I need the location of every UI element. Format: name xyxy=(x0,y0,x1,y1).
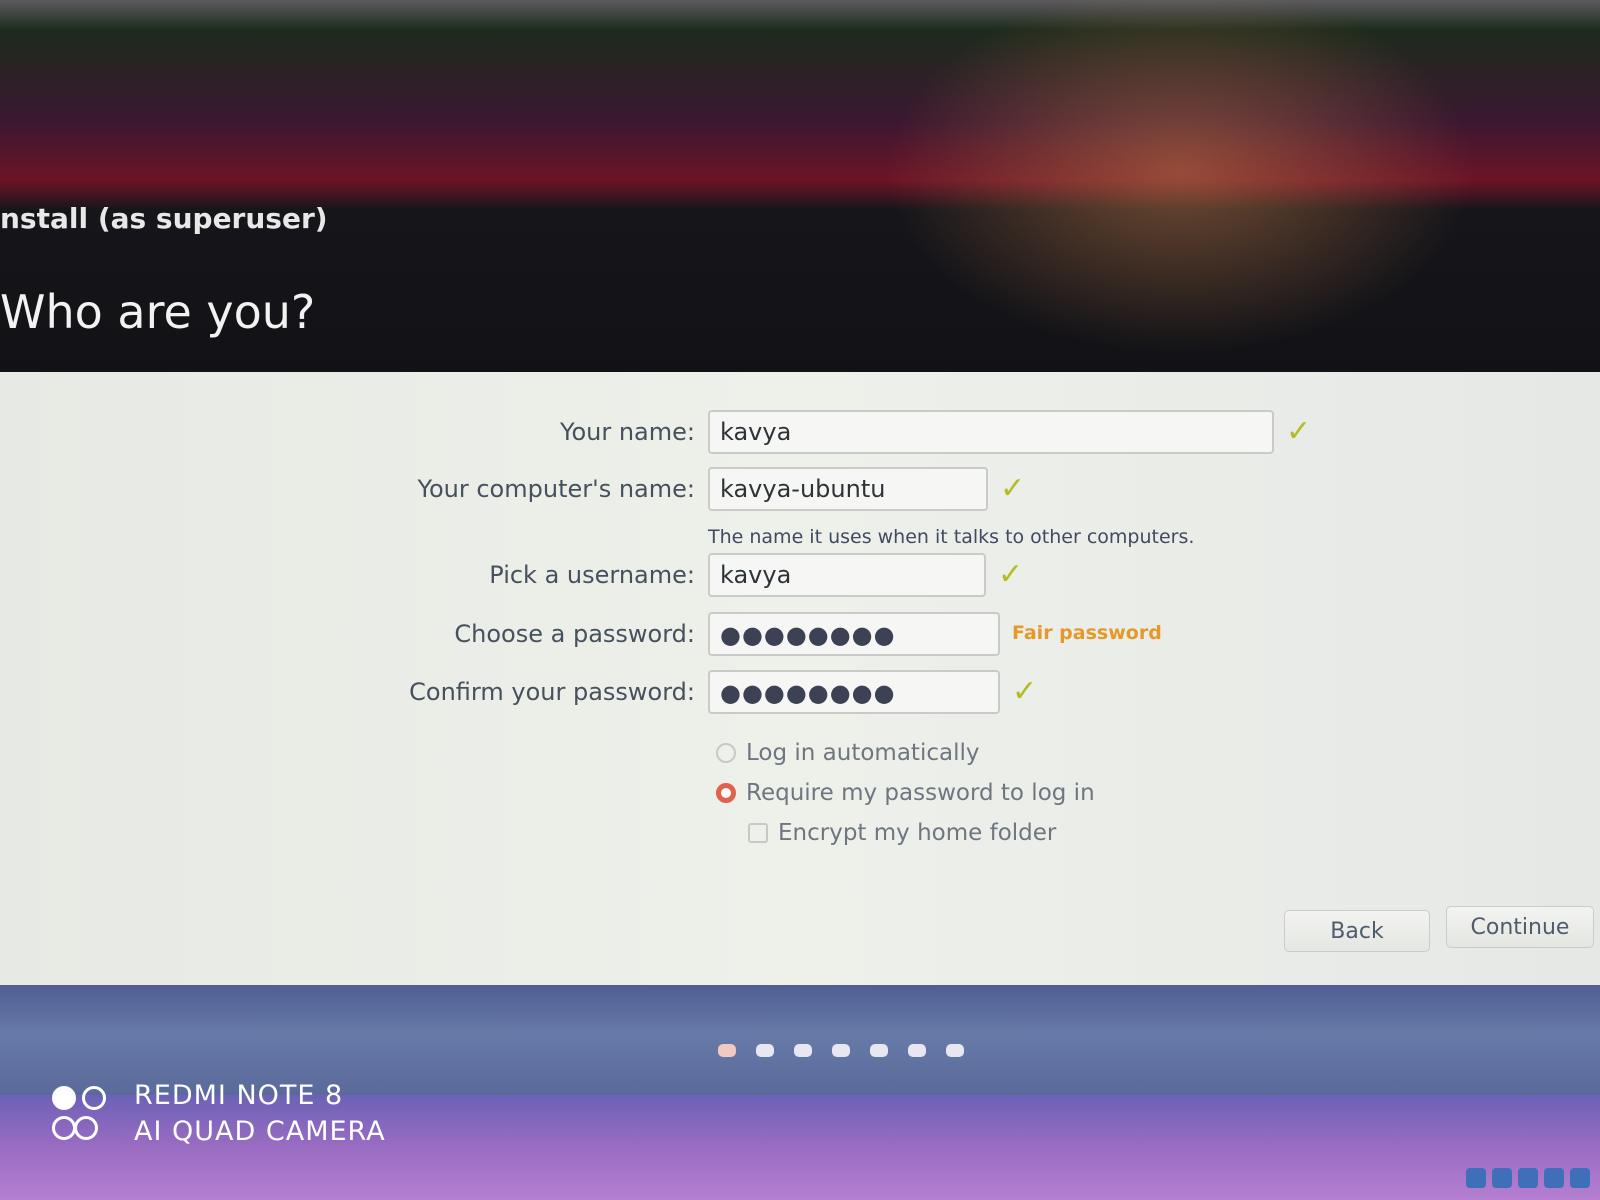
watermark-line2: AI QUAD CAMERA xyxy=(134,1116,386,1147)
check-icon: ✓ xyxy=(1286,414,1312,449)
computer-name-label: Your computer's name: xyxy=(417,475,696,503)
require-password-option[interactable]: Require my password to log in xyxy=(716,780,1095,806)
confirm-password-row: Confirm your password: ●●●●●●●● ✓ xyxy=(0,670,1600,716)
username-input[interactable] xyxy=(708,553,986,597)
require-password-radio[interactable] xyxy=(716,783,736,803)
progress-dot xyxy=(870,1044,888,1057)
progress-dot xyxy=(718,1044,736,1057)
your-name-input[interactable] xyxy=(708,410,1274,454)
check-icon: ✓ xyxy=(1000,471,1026,506)
window-title: nstall (as superuser) xyxy=(0,202,328,235)
password-input[interactable]: ●●●●●●●● xyxy=(708,612,1000,656)
watermark-line1: REDMI NOTE 8 xyxy=(134,1080,344,1111)
computer-name-row: Your computer's name: ✓ xyxy=(0,467,1600,513)
progress-indicator xyxy=(718,1044,964,1057)
your-name-row: Your name: ✓ xyxy=(0,410,1600,456)
auto-login-label: Log in automatically xyxy=(746,740,980,766)
your-name-label: Your name: xyxy=(559,418,695,446)
username-label: Pick a username: xyxy=(489,561,695,589)
check-icon: ✓ xyxy=(998,557,1024,592)
password-label: Choose a password: xyxy=(454,620,695,648)
tray-icon[interactable] xyxy=(1544,1168,1564,1188)
progress-dot xyxy=(946,1044,964,1057)
auto-login-option[interactable]: Log in automatically xyxy=(716,740,979,766)
progress-dot xyxy=(794,1044,812,1057)
progress-dot xyxy=(832,1044,850,1057)
tray-icon[interactable] xyxy=(1492,1168,1512,1188)
continue-button[interactable]: Continue xyxy=(1446,906,1594,948)
tray-icon[interactable] xyxy=(1466,1168,1486,1188)
encrypt-home-label: Encrypt my home folder xyxy=(778,820,1057,846)
auto-login-radio[interactable] xyxy=(716,743,736,763)
encrypt-home-checkbox[interactable] xyxy=(748,823,768,843)
confirm-password-label: Confirm your password: xyxy=(409,678,695,706)
password-row: Choose a password: ●●●●●●●● Fair passwor… xyxy=(0,612,1600,658)
username-row: Pick a username: ✓ xyxy=(0,553,1600,599)
progress-dot xyxy=(908,1044,926,1057)
watermark-text: REDMI NOTE 8 AI QUAD CAMERA xyxy=(134,1078,386,1150)
password-strength: Fair password xyxy=(1012,622,1162,644)
computer-name-hint: The name it uses when it talks to other … xyxy=(708,526,1195,548)
check-icon: ✓ xyxy=(1012,674,1038,709)
camera-logo-icon xyxy=(52,1084,112,1144)
computer-name-input[interactable] xyxy=(708,467,988,511)
progress-dot xyxy=(756,1044,774,1057)
camera-watermark: REDMI NOTE 8 AI QUAD CAMERA xyxy=(52,1078,386,1150)
system-tray xyxy=(1466,1168,1590,1188)
require-password-label: Require my password to log in xyxy=(746,780,1095,806)
encrypt-home-option[interactable]: Encrypt my home folder xyxy=(748,820,1056,846)
confirm-password-input[interactable]: ●●●●●●●● xyxy=(708,670,1000,714)
tray-icon[interactable] xyxy=(1518,1168,1538,1188)
tray-icon[interactable] xyxy=(1570,1168,1590,1188)
back-button[interactable]: Back xyxy=(1284,910,1430,952)
page-title: Who are you? xyxy=(0,285,316,339)
